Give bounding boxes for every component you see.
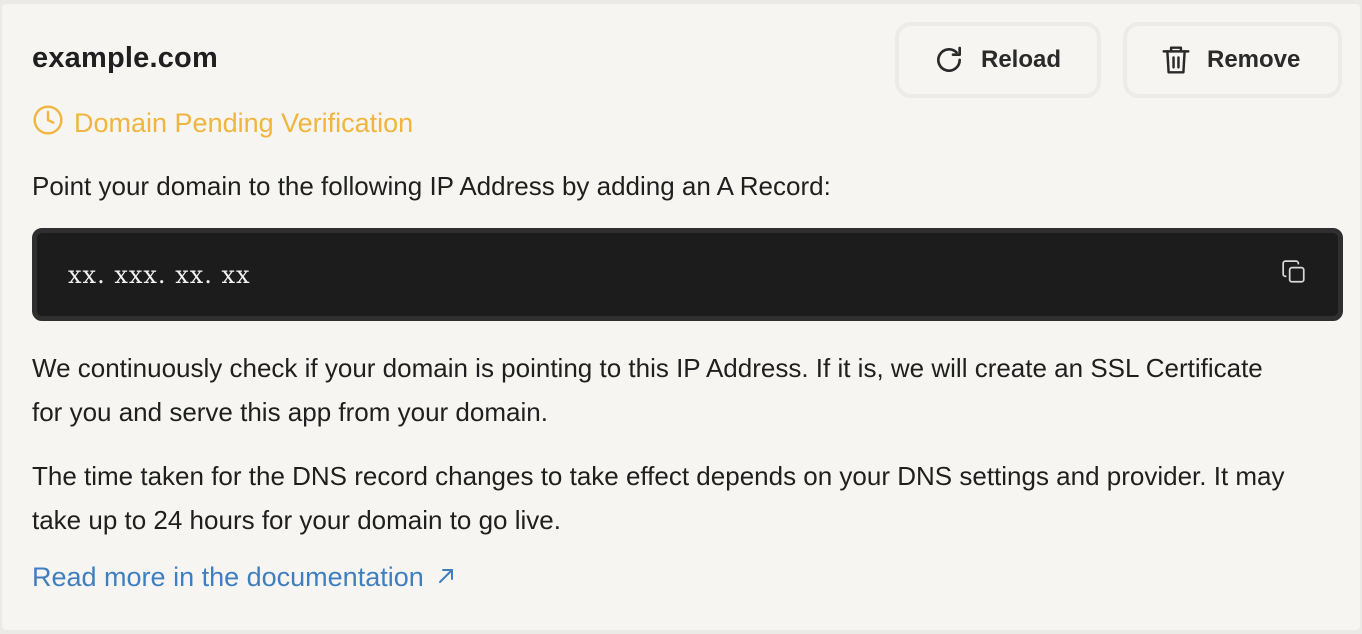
ip-address-box: xx. xxx. xx. xx — [32, 228, 1343, 321]
ip-address-value: xx. xxx. xx. xx — [68, 261, 251, 289]
verification-status: Domain Pending Verification — [32, 104, 413, 143]
reload-button[interactable]: Reload — [895, 22, 1101, 98]
domain-card: example.com Reload Remove Domain Pending… — [2, 4, 1360, 630]
domain-name: example.com — [32, 42, 218, 74]
clock-icon — [32, 104, 64, 143]
documentation-link[interactable]: Read more in the documentation — [32, 562, 456, 593]
documentation-link-label: Read more in the documentation — [32, 562, 424, 592]
dns-timing-text: The time taken for the DNS record change… — [32, 461, 1285, 535]
continuous-check-text: We continuously check if your domain is … — [32, 353, 1263, 427]
trash-icon — [1161, 44, 1191, 76]
reload-label: Reload — [981, 46, 1062, 73]
reload-icon — [933, 44, 965, 76]
status-text: Domain Pending Verification — [74, 108, 414, 138]
copy-icon[interactable] — [1281, 259, 1307, 290]
remove-button[interactable]: Remove — [1123, 22, 1342, 98]
arrow-up-right-icon — [436, 562, 456, 593]
remove-label: Remove — [1207, 46, 1301, 73]
a-record-instructions: Point your domain to the following IP Ad… — [32, 171, 831, 201]
